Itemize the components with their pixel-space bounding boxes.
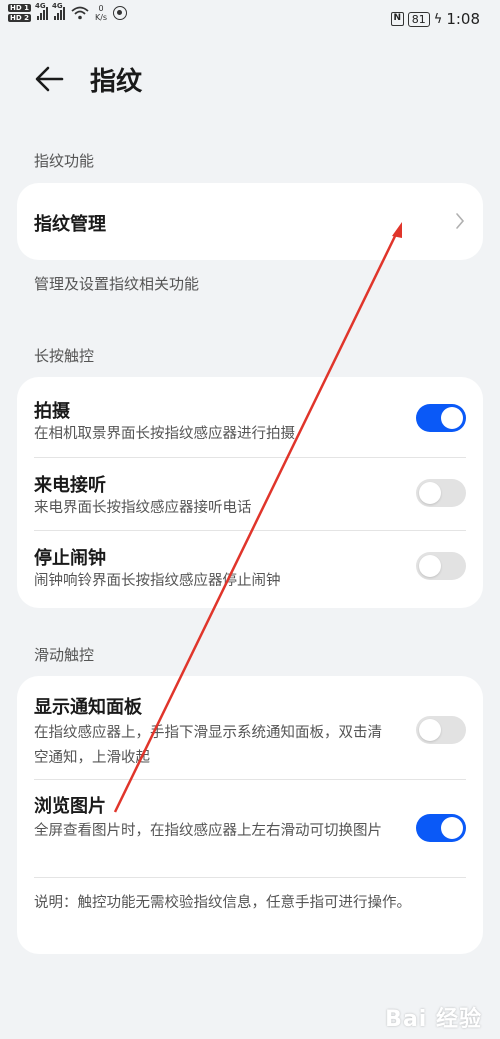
fingerprint-function-description: 管理及设置指纹相关功能 xyxy=(34,275,200,293)
fingerprint-management-label: 指纹管理 xyxy=(34,214,106,235)
swipe-note: 说明：触控功能无需校验指纹信息，任意手指可进行操作。 xyxy=(34,895,411,911)
stop-alarm-toggle[interactable] xyxy=(416,552,466,580)
status-bar: HD 1 HD 2 4G 4G 0 K/s N 81 ϟ 1:08 xyxy=(0,0,500,40)
item-subtitle: 闹钟响铃界面长按指纹感应器停止闹钟 xyxy=(34,573,281,589)
speed-unit: K/s xyxy=(94,13,108,22)
hotspot-icon xyxy=(113,6,128,20)
nfc-icon: N xyxy=(390,12,404,26)
battery-icon: 81 xyxy=(407,11,430,27)
answer-call-toggle[interactable] xyxy=(416,479,466,507)
hd1-badge: HD 1 xyxy=(8,4,31,12)
section-label-long-press: 长按触控 xyxy=(34,347,95,365)
charging-icon: ϟ xyxy=(433,11,443,27)
item-subtitle: 全屏查看图片时，在指纹感应器上左右滑动可切换图片 xyxy=(34,823,382,839)
long-press-card: 拍摄 在相机取景界面长按指纹感应器进行拍摄 来电接听 来电界面长按指纹感应器接听… xyxy=(17,377,483,608)
list-item-stop-alarm[interactable]: 停止闹钟 闹钟响铃界面长按指纹感应器停止闹钟 xyxy=(17,530,483,608)
section-label-fingerprint-function: 指纹功能 xyxy=(34,152,95,170)
clock: 1:08 xyxy=(446,10,480,28)
list-item-browse-images[interactable]: 浏览图片 全屏查看图片时，在指纹感应器上左右滑动可切换图片 xyxy=(17,779,483,877)
network-type-2: 4G xyxy=(51,2,63,10)
item-subtitle: 在相机取景界面长按指纹感应器进行拍摄 xyxy=(34,426,295,442)
chevron-right-icon xyxy=(456,213,465,229)
item-title: 拍摄 xyxy=(34,401,70,422)
hd-icon: HD 1 HD 2 xyxy=(8,4,31,22)
speed-value: 0 xyxy=(98,4,104,13)
section-label-swipe: 滑动触控 xyxy=(34,646,95,664)
wifi-icon xyxy=(71,6,89,20)
app-bar: 指纹 xyxy=(0,55,500,105)
item-title: 停止闹钟 xyxy=(34,548,106,569)
notification-panel-toggle[interactable] xyxy=(416,716,466,744)
network-type-1: 4G xyxy=(34,2,46,10)
swipe-card: 显示通知面板 在指纹感应器上，手指下滑显示系统通知面板，双击清空通知，上滑收起 … xyxy=(17,676,483,954)
browse-images-toggle[interactable] xyxy=(416,814,466,842)
item-title: 来电接听 xyxy=(34,475,106,496)
item-title: 显示通知面板 xyxy=(34,697,142,718)
item-subtitle: 在指纹感应器上，手指下滑显示系统通知面板，双击清空通知，上滑收起 xyxy=(34,725,382,766)
back-arrow-icon[interactable] xyxy=(32,63,68,95)
page-title: 指纹 xyxy=(90,67,143,97)
list-item-notification-panel[interactable]: 显示通知面板 在指纹感应器上，手指下滑显示系统通知面板，双击清空通知，上滑收起 xyxy=(17,676,483,779)
hd2-badge: HD 2 xyxy=(8,14,31,22)
fingerprint-management-item[interactable]: 指纹管理 xyxy=(17,183,483,260)
signal-icon: 4G xyxy=(35,2,48,20)
item-title: 浏览图片 xyxy=(34,796,106,817)
capture-toggle[interactable] xyxy=(416,404,466,432)
list-item-answer-call[interactable]: 来电接听 来电界面长按指纹感应器接听电话 xyxy=(17,457,483,530)
list-item-capture[interactable]: 拍摄 在相机取景界面长按指纹感应器进行拍摄 xyxy=(17,377,483,457)
item-subtitle: 来电界面长按指纹感应器接听电话 xyxy=(34,500,252,516)
network-speed: 0 K/s xyxy=(95,4,107,22)
divider xyxy=(34,877,466,878)
watermark: Bai 经验 xyxy=(385,1007,482,1032)
signal-icon-2: 4G xyxy=(52,2,65,20)
